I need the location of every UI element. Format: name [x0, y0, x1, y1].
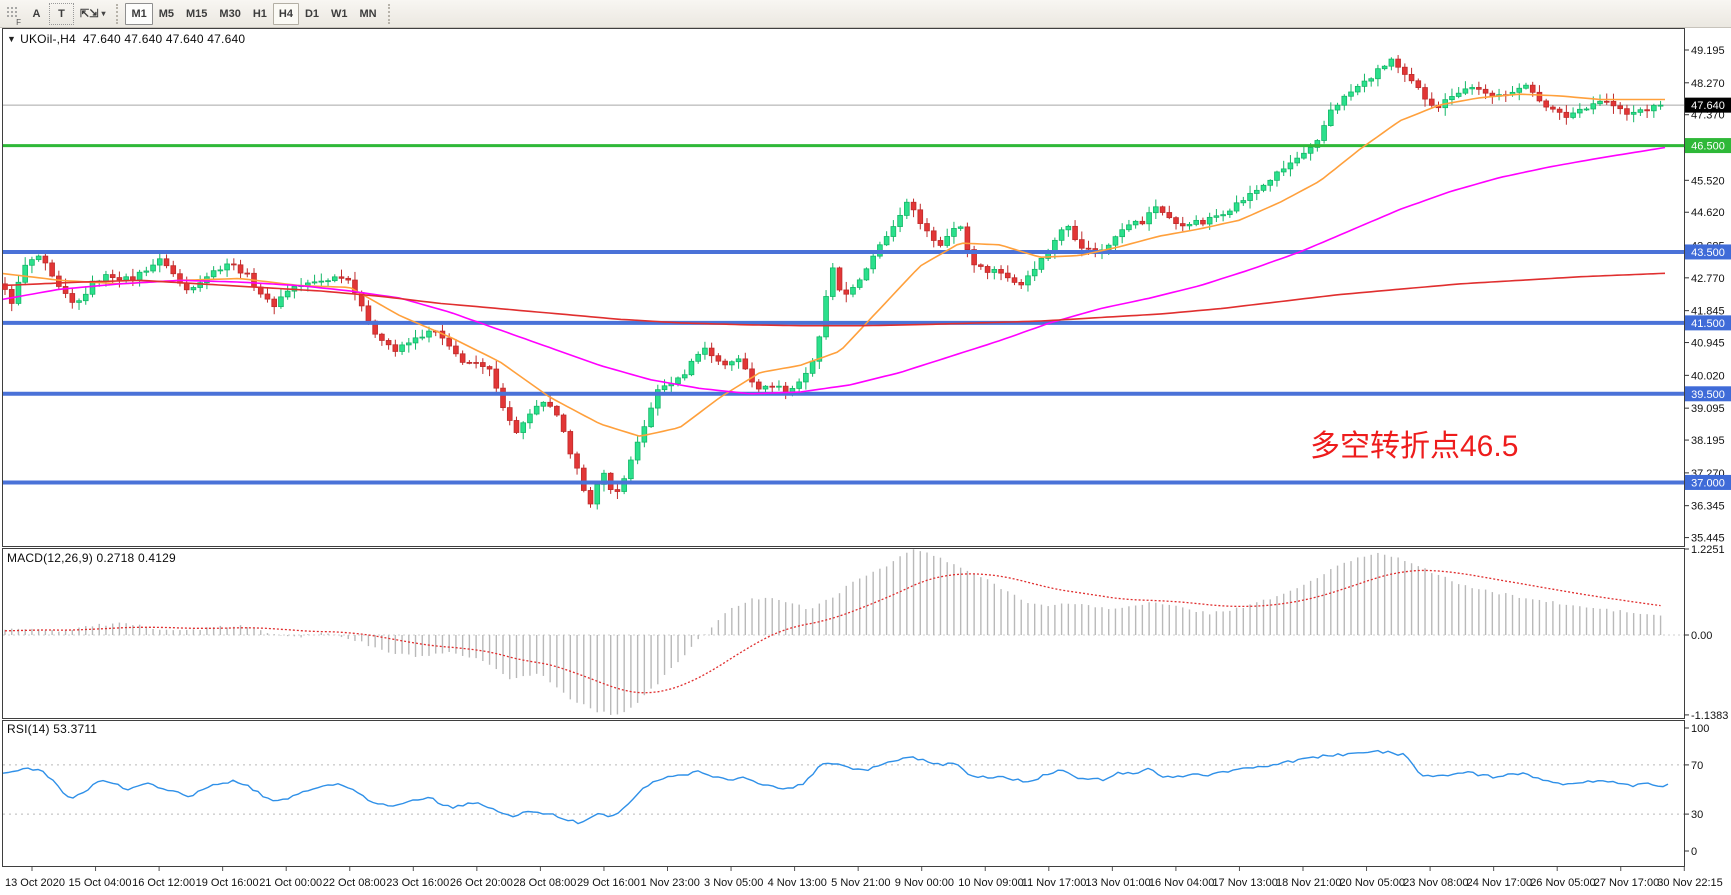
svg-text:23 Oct 16:00: 23 Oct 16:00	[386, 877, 449, 889]
svg-text:4 Nov 13:00: 4 Nov 13:00	[768, 877, 827, 889]
timeframe-button-m1[interactable]: M1	[125, 3, 152, 25]
svg-text:0.00: 0.00	[1691, 630, 1712, 642]
price-badge-39.500: 39.500	[1685, 386, 1731, 401]
svg-text:42.770: 42.770	[1691, 273, 1725, 285]
price-badge-47.640: 47.640	[1685, 98, 1731, 113]
trading-app-window: 49.19548.27047.37046.44545.52044.62043.6…	[0, 0, 1731, 895]
svg-text:15 Oct 04:00: 15 Oct 04:00	[69, 877, 132, 889]
timeframe-button-d1[interactable]: D1	[299, 3, 325, 25]
chart-title: ▼ UKOil-,H4 47.640 47.640 47.640 47.640	[7, 32, 245, 46]
svg-text:100: 100	[1691, 723, 1709, 735]
svg-text:16 Nov 04:00: 16 Nov 04:00	[1149, 877, 1214, 889]
svg-text:27 Nov 17:00: 27 Nov 17:00	[1594, 877, 1659, 889]
svg-text:23 Nov 08:00: 23 Nov 08:00	[1403, 877, 1468, 889]
svg-text:18 Nov 21:00: 18 Nov 21:00	[1276, 877, 1341, 889]
text-label-icon: A	[33, 8, 41, 20]
text-box-icon: T	[58, 8, 65, 20]
svg-text:40.945: 40.945	[1691, 338, 1725, 350]
arrow-objects-tool-button[interactable]: ⇱⇲▾	[74, 3, 111, 25]
svg-text:43.500: 43.500	[1691, 247, 1725, 259]
price-axis[interactable]: 49.19548.27047.37046.44545.52044.62043.6…	[1684, 45, 1731, 858]
svg-text:45.520: 45.520	[1691, 175, 1725, 187]
timeframe-button-h4[interactable]: H4	[273, 3, 299, 25]
rsi-value: 53.3711	[53, 722, 97, 736]
svg-text:48.270: 48.270	[1691, 78, 1725, 90]
arrow-objects-icon: ⇱⇲	[80, 7, 98, 20]
macd-values: 0.2718 0.4129	[97, 551, 176, 565]
rsi-name: RSI(14)	[7, 722, 50, 736]
svg-text:19 Oct 16:00: 19 Oct 16:00	[196, 877, 259, 889]
symbol-period-label: UKOil-,H4	[20, 32, 76, 46]
svg-text:39.500: 39.500	[1691, 389, 1725, 401]
rsi-indicator-label: RSI(14) 53.3711	[7, 722, 97, 736]
svg-text:28 Oct 08:00: 28 Oct 08:00	[513, 877, 576, 889]
price-badge-41.500: 41.500	[1685, 315, 1731, 330]
ohlc-values: 47.640 47.640 47.640 47.640	[83, 32, 245, 46]
grip-dots-icon	[6, 6, 19, 18]
price-badge-43.500: 43.500	[1685, 244, 1731, 259]
svg-text:38.195: 38.195	[1691, 435, 1725, 447]
svg-text:3 Nov 05:00: 3 Nov 05:00	[704, 877, 763, 889]
svg-text:39.095: 39.095	[1691, 403, 1725, 415]
svg-text:1.2251: 1.2251	[1691, 544, 1725, 556]
time-axis[interactable]: 13 Oct 2020 15 Oct 04:0016 Oct 12:0019 Oc…	[5, 867, 1723, 889]
svg-text:16 Oct 12:00: 16 Oct 12:00	[132, 877, 195, 889]
toolbar-grip-icon[interactable]: F	[4, 3, 21, 25]
timeframe-button-m30[interactable]: M30	[213, 3, 246, 25]
price-badge-37.000: 37.000	[1685, 475, 1731, 490]
svg-text:44.620: 44.620	[1691, 207, 1725, 219]
svg-text:70: 70	[1691, 760, 1703, 772]
timeframe-button-w1[interactable]: W1	[325, 3, 354, 25]
toolbar-separator	[388, 4, 392, 24]
toolbar-separator	[116, 4, 120, 24]
svg-text:26 Nov 05:00: 26 Nov 05:00	[1530, 877, 1595, 889]
svg-text:24 Nov 17:00: 24 Nov 17:00	[1467, 877, 1532, 889]
price-badge-46.500: 46.500	[1685, 138, 1731, 153]
svg-text:49.195: 49.195	[1691, 45, 1725, 57]
svg-text:17 Nov 13:00: 17 Nov 13:00	[1212, 877, 1277, 889]
svg-text:10 Nov 09:00: 10 Nov 09:00	[958, 877, 1023, 889]
svg-text:-1.1383: -1.1383	[1691, 710, 1728, 722]
svg-text:20 Nov 05:00: 20 Nov 05:00	[1340, 877, 1405, 889]
svg-text:9 Nov 00:00: 9 Nov 00:00	[895, 877, 954, 889]
toolbar: F A T ⇱⇲▾ M1M5M15M30H1H4D1W1MN	[0, 0, 1731, 28]
svg-text:0: 0	[1691, 846, 1697, 858]
svg-text:1 Nov 23:00: 1 Nov 23:00	[641, 877, 700, 889]
collapse-triangle-icon[interactable]: ▼	[7, 34, 16, 44]
timeframe-button-m5[interactable]: M5	[153, 3, 180, 25]
svg-text:30 Nov 22:15: 30 Nov 22:15	[1657, 877, 1722, 889]
svg-text:22 Oct 08:00: 22 Oct 08:00	[323, 877, 386, 889]
svg-text:46.500: 46.500	[1691, 141, 1725, 153]
timeframe-button-m15[interactable]: M15	[180, 3, 213, 25]
timeframe-button-h1[interactable]: H1	[247, 3, 273, 25]
timeframe-button-mn[interactable]: MN	[354, 3, 383, 25]
text-box-tool-button[interactable]: T	[49, 3, 74, 25]
chart-text-annotation[interactable]: 多空转折点46.5	[1310, 421, 1518, 465]
macd-indicator-label: MACD(12,26,9) 0.2718 0.4129	[7, 551, 176, 565]
svg-text:5 Nov 21:00: 5 Nov 21:00	[831, 877, 890, 889]
macd-name: MACD(12,26,9)	[7, 551, 93, 565]
svg-text:13 Oct 2020: 13 Oct 2020	[5, 877, 65, 889]
svg-text:30: 30	[1691, 809, 1703, 821]
svg-text:29 Oct 16:00: 29 Oct 16:00	[577, 877, 640, 889]
svg-text:13 Nov 01:00: 13 Nov 01:00	[1085, 877, 1150, 889]
svg-text:41.500: 41.500	[1691, 318, 1725, 330]
svg-text:36.345: 36.345	[1691, 501, 1725, 513]
dropdown-caret-icon: ▾	[101, 9, 105, 18]
svg-text:47.640: 47.640	[1691, 100, 1725, 112]
text-label-tool-button[interactable]: A	[24, 3, 49, 25]
svg-text:35.445: 35.445	[1691, 533, 1725, 545]
svg-text:11 Nov 17:00: 11 Nov 17:00	[1022, 877, 1087, 889]
svg-text:37.000: 37.000	[1691, 477, 1725, 489]
svg-text:21 Oct 00:00: 21 Oct 00:00	[259, 877, 322, 889]
svg-text:40.020: 40.020	[1691, 370, 1725, 382]
svg-text:26 Oct 20:00: 26 Oct 20:00	[450, 877, 513, 889]
grip-f-label: F	[16, 18, 21, 27]
